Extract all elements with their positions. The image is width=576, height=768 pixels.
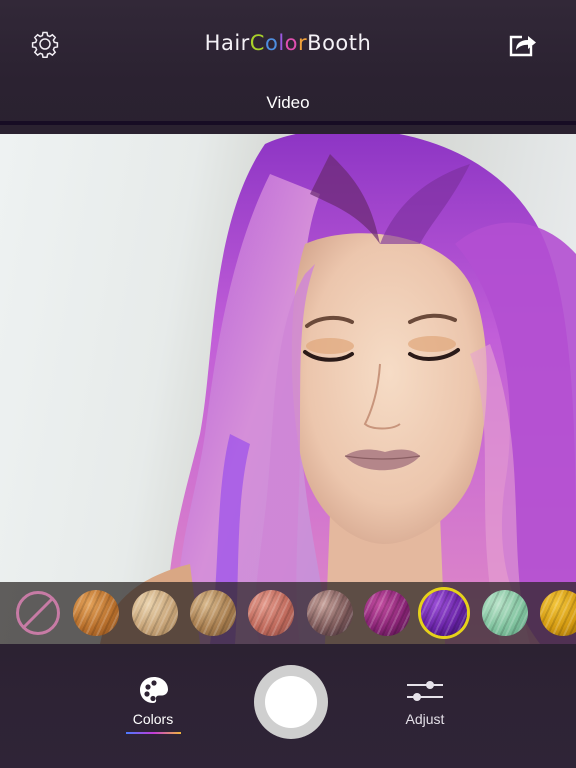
color-swatch-copper[interactable] xyxy=(73,590,119,636)
color-swatch-violet[interactable] xyxy=(421,590,467,636)
share-icon[interactable] xyxy=(508,30,538,58)
title-part: o xyxy=(264,31,279,55)
color-swatch-mauve-brown[interactable] xyxy=(307,590,353,636)
swatch-texture xyxy=(540,590,576,636)
swatch-texture xyxy=(132,590,178,636)
capture-button-inner xyxy=(265,676,317,728)
portrait-illustration xyxy=(100,134,576,644)
app-title: HairColorBooth xyxy=(0,31,576,55)
tab-colors-label: Colors xyxy=(132,711,174,727)
swatch-texture xyxy=(190,590,236,636)
bottom-toolbar: Colors Adjust xyxy=(0,644,576,768)
swatch-texture xyxy=(421,590,467,636)
tab-adjust-label: Adjust xyxy=(405,711,445,727)
swatch-texture xyxy=(248,590,294,636)
sliders-icon xyxy=(407,681,443,701)
color-swatch-mint[interactable] xyxy=(482,590,528,636)
swatch-texture xyxy=(307,590,353,636)
camera-preview xyxy=(0,134,576,644)
title-part: Booth xyxy=(307,31,372,55)
color-swatch-gold[interactable] xyxy=(540,590,576,636)
color-swatch-magenta[interactable] xyxy=(364,590,410,636)
title-part: C xyxy=(249,31,265,55)
color-swatch-strip xyxy=(0,582,576,644)
tab-colors[interactable]: Colors xyxy=(113,674,193,738)
swatch-texture xyxy=(73,590,119,636)
swatch-texture xyxy=(482,590,528,636)
color-swatch-dark-blonde[interactable] xyxy=(190,590,236,636)
mode-label: Video xyxy=(266,93,310,112)
palette-icon xyxy=(140,677,168,703)
tab-adjust[interactable]: Adjust xyxy=(385,674,465,738)
color-swatch-light-blonde[interactable] xyxy=(132,590,178,636)
swatch-texture xyxy=(364,590,410,636)
header: HairColorBooth Video xyxy=(0,0,576,134)
no-color-swatch[interactable] xyxy=(15,590,61,636)
active-tab-indicator xyxy=(126,732,181,734)
color-swatch-rose[interactable] xyxy=(248,590,294,636)
header-divider xyxy=(0,121,576,125)
title-part: o xyxy=(284,31,299,55)
capture-button[interactable] xyxy=(254,665,328,739)
title-part: r xyxy=(298,31,308,55)
title-part: Hair xyxy=(204,31,250,55)
